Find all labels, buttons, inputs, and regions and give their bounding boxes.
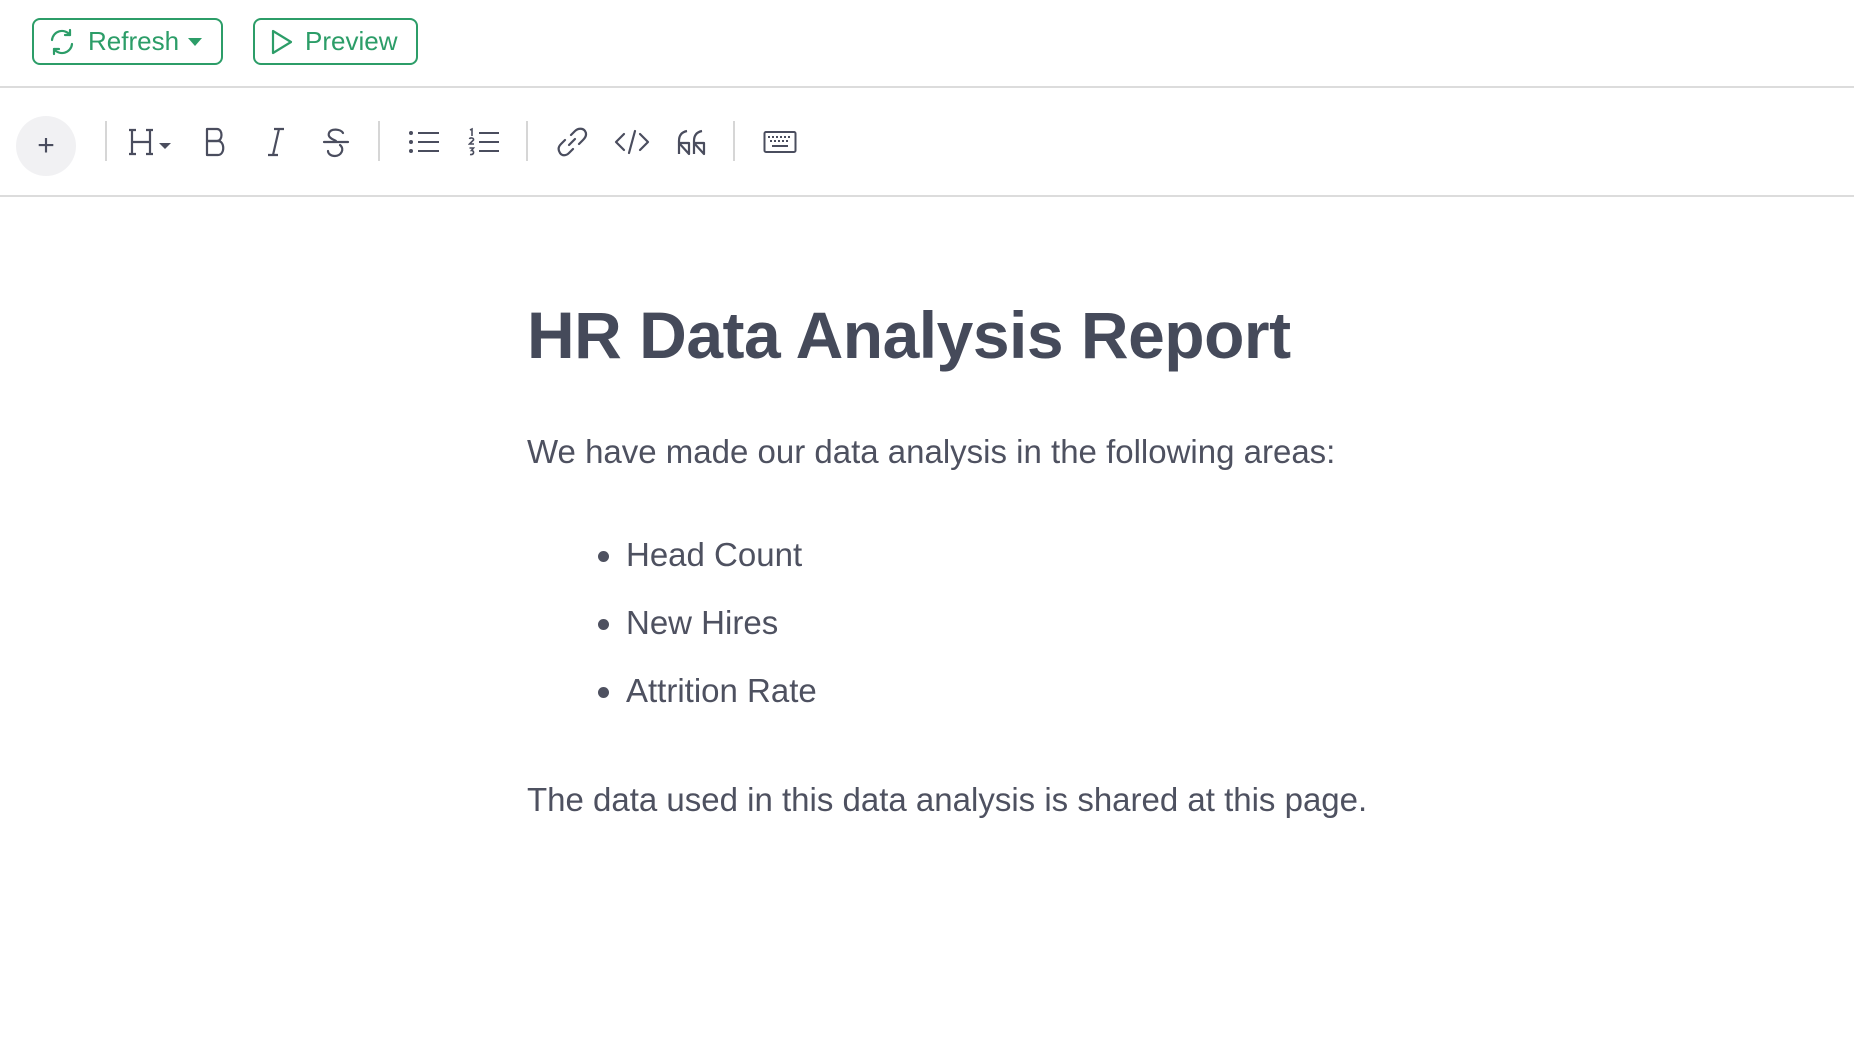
list-item[interactable]: New Hires xyxy=(527,603,817,671)
play-icon xyxy=(269,28,295,56)
preview-label: Preview xyxy=(305,26,398,56)
list-item-text: New Hires xyxy=(626,604,779,641)
link-button[interactable] xyxy=(552,88,592,195)
list-item-text: Head Count xyxy=(626,536,803,573)
quote-icon xyxy=(676,127,708,157)
italic-button[interactable] xyxy=(256,88,296,195)
strikethrough-icon xyxy=(321,125,351,159)
toolbar-divider xyxy=(526,121,528,161)
strikethrough-button[interactable] xyxy=(316,88,356,195)
toolbar-divider xyxy=(105,121,107,161)
italic-icon xyxy=(263,125,289,159)
toolbar-divider xyxy=(733,121,735,161)
code-icon xyxy=(614,127,650,157)
bullet-list: Head Count New Hires Attrition Rate xyxy=(527,535,817,739)
numbered-list-button[interactable] xyxy=(464,88,504,195)
bullet-dot xyxy=(598,619,609,630)
bullet-dot xyxy=(598,687,609,698)
bullet-dot xyxy=(598,551,609,562)
heading-icon xyxy=(129,124,175,160)
bulleted-list-icon xyxy=(408,127,440,157)
link-icon xyxy=(556,126,588,158)
list-item[interactable]: Head Count xyxy=(527,535,817,603)
list-item-text: Attrition Rate xyxy=(626,672,817,709)
keyboard-shortcuts-button[interactable] xyxy=(758,88,802,195)
refresh-button[interactable]: Refresh xyxy=(32,18,223,65)
formatting-toolbar: + xyxy=(0,88,1854,197)
closing-paragraph[interactable]: The data used in this data analysis is s… xyxy=(527,781,1367,819)
refresh-icon xyxy=(48,28,76,56)
heading-button[interactable] xyxy=(126,88,178,195)
bold-button[interactable] xyxy=(196,88,236,195)
code-button[interactable] xyxy=(612,88,652,195)
top-bar: Refresh Preview xyxy=(0,0,1854,88)
keyboard-icon xyxy=(763,130,797,154)
list-item[interactable]: Attrition Rate xyxy=(527,671,817,739)
bold-icon xyxy=(203,125,229,159)
plus-icon: + xyxy=(37,129,55,162)
numbered-list-icon xyxy=(468,127,500,157)
preview-button[interactable]: Preview xyxy=(253,18,418,65)
refresh-label: Refresh xyxy=(88,26,180,56)
document-title[interactable]: HR Data Analysis Report xyxy=(527,297,1291,373)
quote-button[interactable] xyxy=(672,88,712,195)
toolbar-divider xyxy=(378,121,380,161)
bulleted-list-button[interactable] xyxy=(404,88,444,195)
add-block-button[interactable]: + xyxy=(16,116,76,176)
chevron-down-icon xyxy=(187,37,203,47)
intro-paragraph[interactable]: We have made our data analysis in the fo… xyxy=(527,433,1335,471)
